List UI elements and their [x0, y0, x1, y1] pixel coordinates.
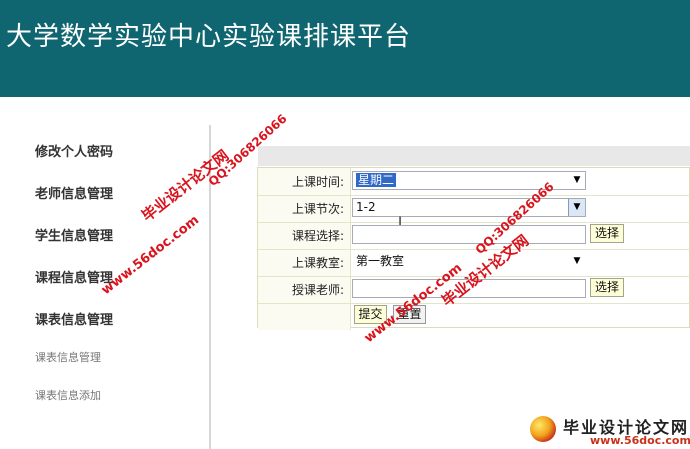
course-label: 课程选择:	[291, 229, 344, 243]
sidebar-item-course-management[interactable]: 课程信息管理	[35, 267, 113, 286]
period-label: 上课节次:	[291, 202, 344, 216]
period-select[interactable]: 1-2 ▼	[352, 198, 586, 217]
room-select[interactable]: 第一教室 ▼	[352, 252, 586, 271]
row-divider	[258, 276, 690, 277]
row-divider	[258, 222, 690, 223]
logo-url: www.56doc.com	[590, 434, 690, 447]
period-value: 1-2	[356, 200, 376, 214]
label-cell	[258, 303, 351, 330]
app-header: 大学数学实验中心实验课排课平台	[0, 0, 690, 97]
sidebar-subitem-schedule-list[interactable]: 课表信息管理	[35, 349, 101, 365]
sidebar-divider	[209, 125, 211, 449]
chevron-down-icon[interactable]: ▼	[568, 199, 585, 216]
row-divider	[258, 195, 690, 196]
reset-button[interactable]: 重置	[393, 305, 426, 324]
time-label: 上课时间:	[291, 175, 344, 189]
room-label: 上课教室:	[291, 256, 344, 270]
schedule-form	[257, 167, 690, 330]
teacher-input[interactable]	[352, 279, 586, 298]
time-select[interactable]: 星期二 ▼	[352, 171, 586, 190]
sidebar-item-schedule-management[interactable]: 课表信息管理	[35, 309, 113, 328]
row-divider	[258, 249, 690, 250]
course-select-button[interactable]: 选择	[590, 224, 624, 243]
room-value: 第一教室	[356, 254, 405, 268]
teacher-label: 授课老师:	[291, 283, 344, 297]
chevron-down-icon[interactable]: ▼	[569, 172, 585, 189]
submit-button[interactable]: 提交	[354, 305, 387, 324]
time-value: 星期二	[356, 173, 397, 187]
globe-icon	[530, 416, 556, 442]
content-title-bar	[258, 146, 690, 166]
sidebar-subitem-schedule-add[interactable]: 课表信息添加	[35, 387, 101, 403]
teacher-select-button[interactable]: 选择	[590, 278, 624, 297]
sidebar-item-teacher-management[interactable]: 老师信息管理	[35, 183, 113, 202]
course-input[interactable]	[352, 225, 586, 244]
chevron-down-icon[interactable]: ▼	[569, 253, 585, 270]
site-logo: 毕业设计论文网 www.56doc.com	[528, 412, 690, 449]
sidebar-item-change-password[interactable]: 修改个人密码	[35, 141, 113, 160]
app-title: 大学数学实验中心实验课排课平台	[6, 22, 412, 52]
sidebar-item-student-management[interactable]: 学生信息管理	[35, 225, 113, 244]
row-divider	[258, 303, 690, 304]
